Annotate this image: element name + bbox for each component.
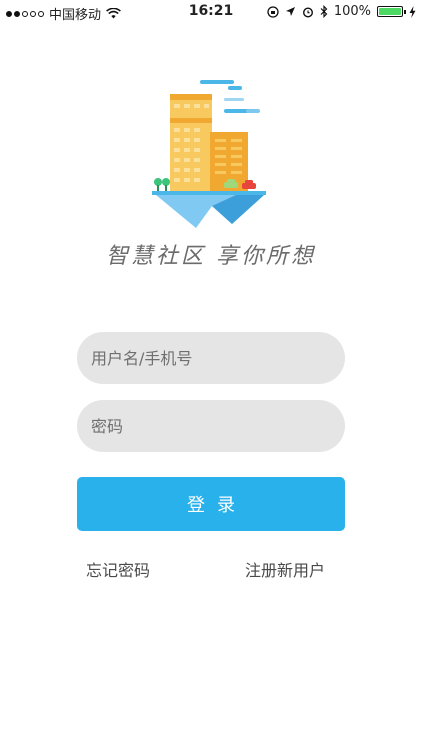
username-input[interactable] [77, 332, 345, 384]
cloud-line [228, 86, 242, 90]
cloud-line [200, 80, 234, 84]
cloud-line [224, 98, 244, 101]
tree-icon [154, 178, 162, 186]
location-arrow-icon [285, 7, 295, 16]
password-input[interactable] [77, 400, 345, 452]
cloud-line [246, 109, 260, 113]
status-bar: 中国移动 16:21 100% [0, 0, 422, 24]
register-link[interactable]: 注册新用户 [245, 557, 325, 581]
tree-icon [162, 178, 170, 186]
login-button[interactable]: 登录 [77, 477, 345, 531]
app-slogan: 智慧社区 享你所想 [106, 244, 316, 269]
bluetooth-icon [320, 5, 328, 18]
battery-icon [377, 6, 406, 17]
orientation-lock-icon [267, 5, 279, 18]
city-logo-image [152, 80, 266, 228]
forgot-password-link[interactable]: 忘记密码 [86, 557, 150, 581]
tall-building [170, 94, 212, 192]
status-right: 100% [267, 4, 416, 19]
alarm-icon [302, 6, 313, 18]
battery-percent: 100% [333, 4, 371, 19]
charging-bolt-icon [409, 5, 416, 18]
ground [152, 191, 266, 195]
